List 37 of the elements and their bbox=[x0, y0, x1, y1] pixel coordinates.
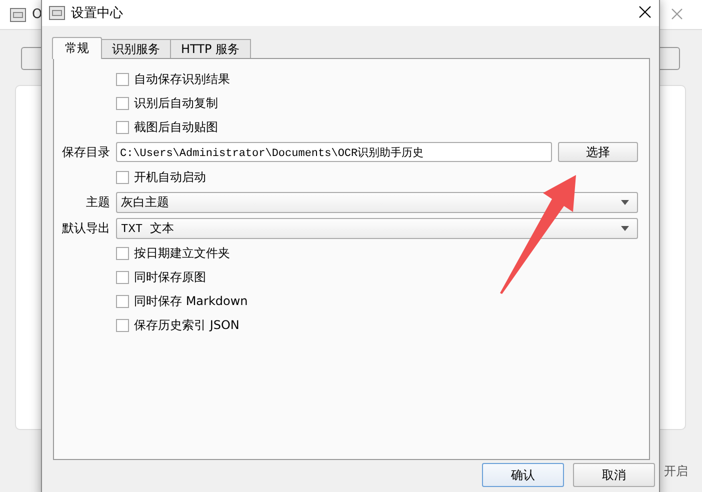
checkbox[interactable] bbox=[116, 72, 129, 86]
dialog-title: 设置中心 bbox=[71, 5, 123, 22]
field-label: 保存目录 bbox=[61, 144, 110, 160]
checkbox[interactable] bbox=[116, 318, 129, 332]
checkbox-label: 按日期建立文件夹 bbox=[134, 244, 230, 262]
dropdown-caret-icon bbox=[621, 226, 629, 230]
browse-button[interactable]: 选择 bbox=[558, 142, 638, 162]
dropdown-caret-icon bbox=[621, 200, 629, 204]
checkbox-label: 截图后自动贴图 bbox=[134, 118, 218, 136]
checkbox-label: 自动保存识别结果 bbox=[134, 70, 230, 88]
dropdown[interactable]: 灰白主题 bbox=[116, 192, 638, 212]
checkbox-label: 开机自动启动 bbox=[134, 168, 206, 186]
tab[interactable]: 常规 bbox=[52, 37, 102, 59]
checkbox[interactable] bbox=[116, 96, 129, 110]
checkbox-label: 同时保存 Markdown bbox=[134, 292, 248, 310]
dropdown[interactable]: TXT 文本 bbox=[116, 218, 638, 238]
checkbox-label: 同时保存原图 bbox=[134, 268, 206, 286]
checkbox[interactable] bbox=[116, 270, 129, 284]
checkbox[interactable] bbox=[116, 170, 129, 184]
checkbox[interactable] bbox=[116, 294, 129, 308]
app-icon bbox=[10, 8, 26, 22]
field-label: 默认导出 bbox=[61, 220, 110, 236]
field-label: 主题 bbox=[85, 194, 110, 210]
dialog-button[interactable]: 取消 bbox=[573, 463, 655, 487]
checkbox[interactable] bbox=[116, 120, 129, 134]
toolbar-button[interactable] bbox=[21, 47, 41, 70]
toolbar-button[interactable] bbox=[660, 47, 680, 70]
tab[interactable]: HTTP 服务 bbox=[170, 39, 251, 58]
status-text: 开启 bbox=[664, 463, 688, 480]
dialog-button[interactable]: 确认 bbox=[482, 463, 564, 487]
path-field[interactable]: C:\Users\Administrator\Documents\OCR识别助手历史 bbox=[116, 142, 552, 162]
close-icon[interactable] bbox=[639, 6, 651, 18]
checkbox-label: 保存历史索引 JSON bbox=[134, 316, 240, 334]
checkbox[interactable] bbox=[116, 246, 129, 260]
checkbox-label: 识别后自动复制 bbox=[134, 94, 218, 112]
app-icon bbox=[49, 6, 65, 20]
tab[interactable]: 识别服务 bbox=[101, 39, 171, 58]
